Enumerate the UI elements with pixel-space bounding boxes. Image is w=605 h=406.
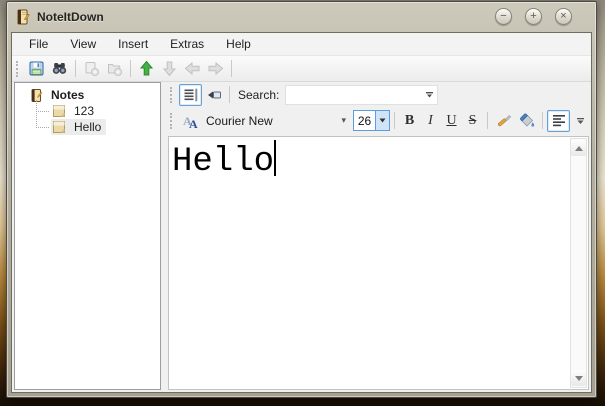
- tree-item-123[interactable]: 123: [15, 103, 160, 119]
- bold-button[interactable]: B: [399, 110, 420, 132]
- editor-scrollbar[interactable]: [570, 138, 587, 388]
- note-panel: Search: A A Courier New ▾ 26 B I U S Hel…: [168, 82, 589, 390]
- maximize-button[interactable]: +: [525, 8, 542, 25]
- brush-icon: [497, 114, 511, 126]
- toolbar-separator: [394, 112, 395, 129]
- tree-item-label[interactable]: 123: [71, 104, 97, 118]
- search-dropdown-button[interactable]: [422, 86, 437, 104]
- toolbar-grip[interactable]: [170, 112, 175, 129]
- editor-text: Hello: [172, 143, 275, 181]
- binoculars-icon: [52, 63, 67, 74]
- italic-button[interactable]: I: [420, 110, 441, 132]
- font-dialog-button[interactable]: A A: [179, 110, 202, 132]
- toolbar-separator: [542, 112, 543, 129]
- note-icon: [53, 104, 66, 118]
- tree-item-label[interactable]: Hello: [71, 120, 104, 134]
- new-note-button[interactable]: [80, 58, 103, 80]
- note-toolbar: Search:: [168, 82, 589, 107]
- chevron-down-icon: [426, 91, 434, 97]
- font-family-value: Courier New: [206, 113, 273, 128]
- edit-mode-button[interactable]: [179, 83, 202, 106]
- scroll-down-button[interactable]: [571, 370, 586, 386]
- toolbar-separator: [75, 60, 76, 77]
- underline-button[interactable]: U: [441, 110, 462, 132]
- tree-root-notes[interactable]: Notes: [15, 87, 160, 103]
- search-input[interactable]: [286, 86, 423, 103]
- toolbar-grip[interactable]: [170, 86, 175, 103]
- menu-help[interactable]: Help: [215, 34, 262, 54]
- chevron-down-icon: [379, 118, 386, 123]
- forward-icon: [208, 61, 224, 76]
- text-cursor-icon: [184, 88, 197, 101]
- notebook-icon: [30, 88, 43, 102]
- text-caret: [274, 140, 277, 176]
- titlebar[interactable]: NoteItDown − + ×: [7, 2, 596, 31]
- svg-text:A: A: [189, 117, 198, 129]
- paint-can-icon: [519, 113, 534, 127]
- tree-item-hello[interactable]: Hello: [15, 119, 160, 135]
- minimize-button[interactable]: −: [495, 8, 512, 25]
- find-button[interactable]: [48, 58, 71, 80]
- menu-file[interactable]: File: [18, 34, 59, 54]
- menu-extras[interactable]: Extras: [159, 34, 215, 54]
- forward-button[interactable]: [204, 58, 227, 80]
- client-area: File View Insert Extras Help Notes 123 H…: [11, 32, 592, 393]
- window-controls: − + ×: [495, 8, 588, 25]
- new-folder-button[interactable]: [103, 58, 126, 80]
- jump-to-note-button[interactable]: [202, 84, 225, 106]
- app-window: NoteItDown − + × File View Insert Extras…: [6, 1, 597, 398]
- triangle-down-icon: [574, 375, 583, 381]
- desktop: { "window": { "title": "NoteItDown", "co…: [0, 0, 605, 406]
- scroll-up-button[interactable]: [571, 140, 586, 156]
- toolbar-separator: [231, 60, 232, 77]
- chevron-down-icon[interactable]: ▾: [341, 116, 346, 125]
- toolbar-separator: [487, 112, 488, 129]
- search-combobox[interactable]: [285, 84, 439, 105]
- note-icon: [53, 120, 66, 134]
- triangle-up-icon: [574, 145, 583, 151]
- chevron-overflow-icon: [577, 118, 584, 124]
- move-down-icon: [162, 61, 177, 77]
- move-down-button[interactable]: [158, 58, 181, 80]
- panel-splitter[interactable]: [161, 82, 168, 390]
- menu-bar: File View Insert Extras Help: [12, 33, 591, 56]
- toolbar-separator: [229, 86, 230, 103]
- font-icon: A A: [183, 114, 198, 129]
- move-up-button[interactable]: [135, 58, 158, 80]
- toolbar-grip[interactable]: [16, 60, 21, 77]
- font-family-combobox[interactable]: Courier New ▾: [202, 111, 348, 131]
- align-left-icon: [552, 115, 565, 127]
- strikethrough-button[interactable]: S: [462, 110, 483, 132]
- font-size-combobox[interactable]: 26: [353, 110, 390, 131]
- tree-root-label[interactable]: Notes: [48, 88, 87, 102]
- back-icon: [184, 61, 200, 76]
- editor-container: Hello: [168, 136, 589, 390]
- toolbar-separator: [130, 60, 131, 77]
- app-icon: [15, 9, 31, 25]
- close-button[interactable]: ×: [555, 8, 572, 25]
- highlight-color-button[interactable]: [515, 110, 538, 132]
- menu-view[interactable]: View: [59, 34, 107, 54]
- new-note-icon: [85, 62, 100, 77]
- align-left-button[interactable]: [547, 109, 570, 132]
- format-toolbar: A A Courier New ▾ 26 B I U S: [168, 107, 589, 134]
- font-size-value[interactable]: 26: [354, 111, 375, 130]
- content-area: Notes 123 Hello Search: A A Courier New …: [14, 82, 589, 390]
- save-icon: [29, 61, 44, 76]
- text-color-button[interactable]: [492, 110, 515, 132]
- save-button[interactable]: [25, 58, 48, 80]
- font-size-dropdown-button[interactable]: [375, 111, 389, 130]
- toolbar-overflow-button[interactable]: [573, 113, 588, 130]
- notes-tree[interactable]: Notes 123 Hello: [14, 82, 161, 390]
- new-folder-icon: [108, 64, 123, 77]
- back-button[interactable]: [181, 58, 204, 80]
- search-label: Search:: [238, 87, 280, 102]
- arrow-into-note-icon: [207, 91, 221, 98]
- main-toolbar: [12, 56, 591, 82]
- menu-insert[interactable]: Insert: [107, 34, 159, 54]
- note-editor[interactable]: Hello: [169, 137, 569, 389]
- window-title: NoteItDown: [37, 9, 104, 24]
- move-up-icon: [139, 60, 154, 76]
